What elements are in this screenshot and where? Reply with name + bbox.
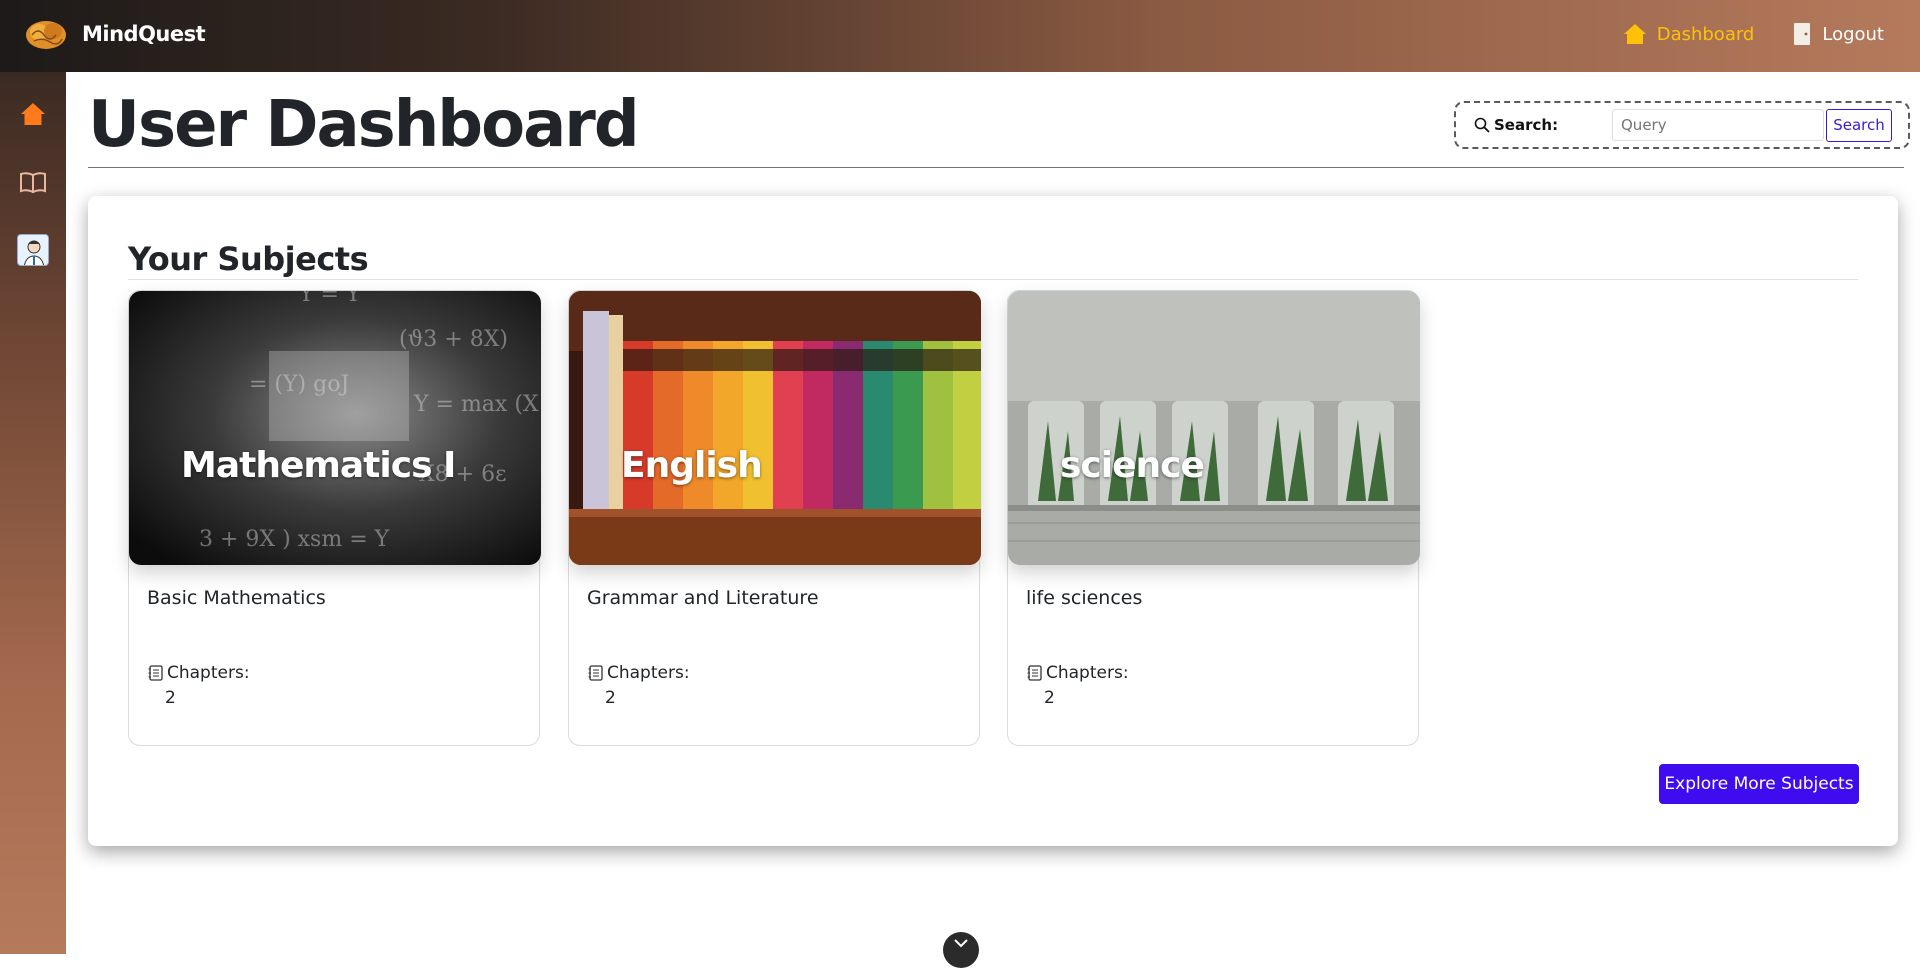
subject-card-image: English: [569, 291, 981, 565]
svg-text:(ϑ3 + 8X): (ϑ3 + 8X): [399, 327, 508, 352]
home-icon: [1623, 24, 1646, 44]
svg-text:Y = max (X: Y = max (X: [413, 392, 539, 417]
chapters-count: 2: [1044, 688, 1055, 708]
notebook-icon: [588, 665, 603, 681]
chapters-count: 2: [165, 688, 176, 708]
explore-more-subjects-button[interactable]: Explore More Subjects: [1659, 764, 1859, 804]
notebook-icon: [148, 665, 163, 681]
search-label-group: Search:: [1474, 116, 1612, 134]
svg-text:= (Y) goJ: = (Y) goJ: [249, 372, 349, 397]
avatar: [17, 234, 49, 266]
svg-text:3 + 9X ) xsm = Y: 3 + 9X ) xsm = Y: [199, 527, 390, 552]
chapters-label-text: Chapters:: [607, 663, 690, 683]
sidebar-item-profile[interactable]: [17, 234, 49, 266]
chapters-count: 2: [605, 688, 616, 708]
search-button[interactable]: Search: [1826, 108, 1892, 142]
subject-card-image: science: [1008, 291, 1420, 565]
svg-text:Y = Y: Y = Y: [298, 291, 361, 307]
top-nav-links: Dashboard Logout: [1623, 22, 1884, 46]
nav-logout-link[interactable]: Logout: [1792, 22, 1884, 46]
page-title: User Dashboard: [88, 88, 640, 162]
lab-plants-image: [1008, 291, 1420, 565]
user-avatar-icon: [18, 235, 48, 265]
nav-logout-label: Logout: [1822, 23, 1884, 45]
brand[interactable]: MindQuest: [24, 17, 206, 51]
search-form: Search: Search: [1454, 101, 1910, 149]
search-input[interactable]: [1612, 109, 1824, 141]
brand-name: MindQuest: [82, 22, 206, 46]
subject-card-image: (ϑ3 + 8X) = (Y) goJ Y = max (X X8 + 6ɛ 3…: [129, 291, 541, 565]
home-icon: [21, 103, 45, 125]
subject-description: Grammar and Literature: [587, 587, 819, 609]
sidebar: [0, 72, 66, 954]
scroll-down-button[interactable]: [943, 932, 979, 968]
chapters-label-text: Chapters:: [167, 663, 250, 683]
brain-logo-icon: [26, 21, 66, 49]
subjects-divider: [128, 279, 1858, 280]
subject-image-title: English: [621, 445, 763, 486]
nav-dashboard-label: Dashboard: [1656, 23, 1755, 45]
subject-description: life sciences: [1026, 587, 1143, 609]
book-icon: [20, 172, 46, 193]
subject-card-english[interactable]: English Grammar and Literature Chapters:…: [568, 290, 981, 746]
sidebar-item-subjects[interactable]: [17, 166, 49, 198]
sidebar-item-home[interactable]: [17, 98, 49, 130]
subject-card-mathematics[interactable]: (ϑ3 + 8X) = (Y) goJ Y = max (X X8 + 6ɛ 3…: [128, 290, 541, 746]
chevron-down-icon: [954, 939, 968, 948]
nav-dashboard-link[interactable]: Dashboard: [1623, 23, 1755, 45]
math-equations-image: (ϑ3 + 8X) = (Y) goJ Y = max (X X8 + 6ɛ 3…: [129, 291, 541, 565]
search-icon: [1474, 117, 1490, 133]
subject-image-title: Mathematics I: [181, 445, 456, 486]
subject-description: Basic Mathematics: [147, 587, 326, 609]
chapters-label: Chapters:: [147, 663, 250, 683]
books-shelf-image: [569, 291, 981, 565]
top-navbar: MindQuest Dashboard Logout: [0, 0, 1920, 72]
subject-image-title: science: [1060, 445, 1205, 486]
chapters-label: Chapters:: [1026, 663, 1129, 683]
chapters-label: Chapters:: [587, 663, 690, 683]
subjects-panel: Your Subjects (ϑ3 + 8X) = (Y) goJ Y = ma…: [88, 196, 1898, 846]
notebook-icon: [1027, 665, 1042, 681]
subjects-heading: Your Subjects: [128, 240, 369, 278]
search-label: Search:: [1494, 116, 1559, 134]
subject-card-science[interactable]: science life sciences Chapters: 2: [1007, 290, 1420, 746]
door-icon: [1794, 23, 1811, 45]
chapters-label-text: Chapters:: [1046, 663, 1129, 683]
title-divider: [88, 167, 1904, 168]
